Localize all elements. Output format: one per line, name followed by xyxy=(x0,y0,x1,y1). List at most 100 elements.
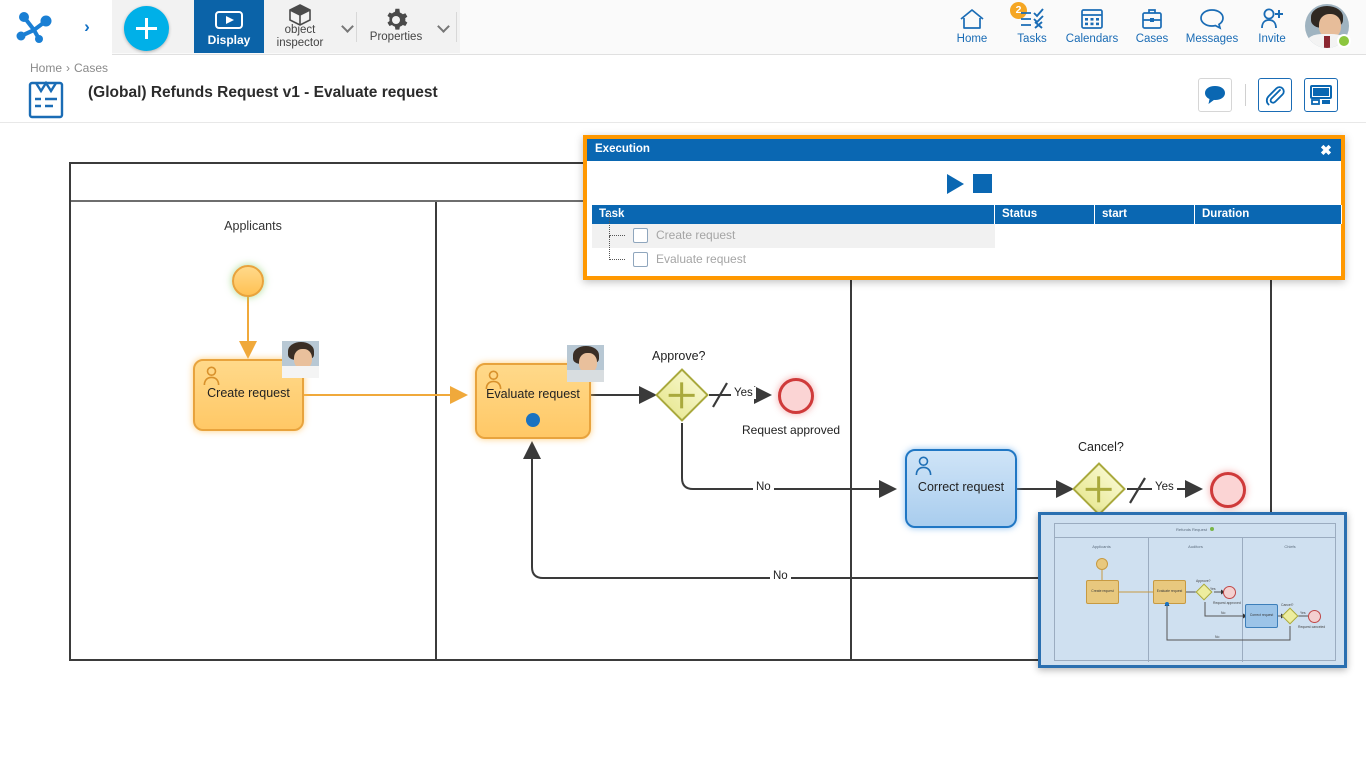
nav-invite[interactable]: Invite xyxy=(1242,0,1302,53)
column-header-start[interactable]: start xyxy=(1095,205,1195,224)
calendar-icon xyxy=(1079,7,1105,30)
execution-panel-title: Execution xyxy=(587,139,1341,161)
execution-toolbar xyxy=(587,161,1341,205)
monitor-screen-icon xyxy=(1309,84,1333,106)
speech-bubble-icon xyxy=(1204,85,1226,105)
minimap-end-approved-label: Request approved xyxy=(1213,601,1241,605)
main-navigation: Home 2 Tasks Calendars xyxy=(942,0,1352,53)
nav-messages[interactable]: Messages xyxy=(1182,0,1242,53)
stop-icon[interactable] xyxy=(973,174,992,193)
home-icon xyxy=(959,7,985,30)
minimap-end-canceled-label: Request canceled xyxy=(1298,625,1325,629)
toolbar-divider xyxy=(356,12,357,42)
paperclip-icon xyxy=(1264,84,1286,106)
end-event-request-approved[interactable] xyxy=(778,378,814,414)
tree-line xyxy=(609,236,610,260)
task-create-request-assignee-avatar[interactable] xyxy=(282,341,319,378)
minimap-end-event-canceled xyxy=(1308,610,1321,623)
minimap-task-evaluate-request: Evaluate request xyxy=(1153,580,1186,604)
minimap-task-create-request: Create request xyxy=(1086,580,1119,604)
minimap-flow-no-1: No xyxy=(1221,611,1225,615)
tree-arm xyxy=(609,259,625,260)
column-header-status[interactable]: Status xyxy=(995,205,1095,224)
header-actions xyxy=(1186,78,1338,112)
current-task-indicator xyxy=(526,413,540,427)
nav-home[interactable]: Home xyxy=(942,0,1002,53)
nav-cases[interactable]: Cases xyxy=(1122,0,1182,53)
nav-invite-label: Invite xyxy=(1236,33,1308,45)
tab-object-inspector-label: object inspector xyxy=(266,24,334,50)
breadcrumb-item-home[interactable]: Home xyxy=(30,61,62,75)
user-task-icon xyxy=(202,366,221,386)
row-task-label: Evaluate request xyxy=(656,252,746,266)
gateway-approve-label: Approve? xyxy=(652,349,706,363)
comments-button[interactable] xyxy=(1198,78,1232,112)
flow-label-approve-no: No xyxy=(753,481,774,493)
header-divider xyxy=(1245,84,1246,106)
user-avatar-button[interactable] xyxy=(1302,0,1352,53)
task-create-request-label: Create request xyxy=(195,386,302,400)
task-correct-request[interactable]: Correct request xyxy=(905,449,1017,528)
attachments-button[interactable] xyxy=(1258,78,1292,112)
minimap-current-task-indicator xyxy=(1165,602,1169,606)
minimap-task-create-request-label: Create request xyxy=(1087,589,1118,593)
lane-applicants-label: Applicants xyxy=(71,219,435,233)
tab-properties[interactable]: Properties xyxy=(362,0,430,53)
minimap-end-event-approved xyxy=(1223,586,1236,599)
minimap-flow-yes-1: Yes xyxy=(1210,587,1216,591)
end-event-request-approved-label: Request approved xyxy=(742,423,840,437)
top-toolbar: › Display object inspector Properties Ho… xyxy=(0,0,1366,55)
flow-label-cancel-no: No xyxy=(770,570,791,582)
nav-tasks[interactable]: 2 Tasks xyxy=(1002,0,1062,53)
minimap-task-correct-request-label: Correct request xyxy=(1246,613,1277,617)
execution-table-header: Task Status start Duration xyxy=(592,205,1337,224)
table-row[interactable]: Evaluate request xyxy=(592,248,1337,272)
table-row[interactable]: Create request xyxy=(592,224,995,248)
add-user-icon xyxy=(1259,7,1285,30)
briefcase-icon xyxy=(1139,7,1165,30)
row-checkbox[interactable] xyxy=(633,228,648,243)
minimap-pool: Refunds Request Applicants Auditors Chie… xyxy=(1054,523,1336,661)
display-view-button[interactable] xyxy=(1304,78,1338,112)
minimap-start-event xyxy=(1096,558,1108,570)
user-task-icon xyxy=(914,456,933,476)
column-header-task[interactable]: Task xyxy=(592,205,995,224)
breadcrumb-item-cases[interactable]: Cases xyxy=(74,61,108,75)
execution-table-body: Create request Evaluate request xyxy=(592,224,1337,272)
expand-sidebar-button[interactable]: › xyxy=(76,16,98,38)
start-event[interactable] xyxy=(232,265,264,297)
video-display-icon xyxy=(215,11,243,29)
tab-object-inspector[interactable]: object inspector xyxy=(266,0,334,53)
column-header-duration[interactable]: Duration xyxy=(1195,205,1342,224)
flow-label-approve-yes: Yes xyxy=(731,387,756,399)
play-icon[interactable] xyxy=(947,174,964,194)
minimap-flow-yes-2: Yes xyxy=(1300,611,1306,615)
page-title: (Global) Refunds Request v1 - Evaluate r… xyxy=(88,84,438,102)
close-icon[interactable]: ✖ xyxy=(1317,141,1335,159)
diagram-minimap[interactable]: Refunds Request Applicants Auditors Chie… xyxy=(1038,512,1347,668)
minimap-flow-no-2: No xyxy=(1215,635,1219,639)
task-evaluate-request-assignee-avatar[interactable] xyxy=(567,345,604,382)
row-checkbox[interactable] xyxy=(633,252,648,267)
gear-icon xyxy=(384,8,408,32)
case-document-icon xyxy=(28,79,64,119)
flow-label-cancel-yes: Yes xyxy=(1152,481,1177,493)
tree-line xyxy=(609,212,610,236)
toolbar-divider-2 xyxy=(456,12,457,42)
execution-panel[interactable]: Execution ✖ Task Status start Duration C… xyxy=(583,135,1345,280)
nav-calendars[interactable]: Calendars xyxy=(1062,0,1122,53)
minimap-task-correct-request: Correct request xyxy=(1245,604,1278,628)
create-new-button[interactable] xyxy=(124,6,169,51)
minimap-gateway-cancel-label: Cancel? xyxy=(1281,603,1293,607)
bizagi-logo-icon xyxy=(14,10,58,46)
properties-chevron-down-icon[interactable] xyxy=(436,18,452,34)
task-correct-request-label: Correct request xyxy=(907,480,1015,494)
breadcrumb: Home›Cases xyxy=(30,61,108,75)
object-inspector-chevron-down-icon[interactable] xyxy=(340,18,356,34)
status-badge xyxy=(1337,34,1351,48)
minimap-task-evaluate-request-label: Evaluate request xyxy=(1154,589,1185,593)
end-event-request-canceled[interactable] xyxy=(1210,472,1246,508)
tab-display[interactable]: Display xyxy=(194,0,264,53)
tasks-checklist-icon xyxy=(1019,7,1045,30)
row-task-label: Create request xyxy=(656,228,735,242)
